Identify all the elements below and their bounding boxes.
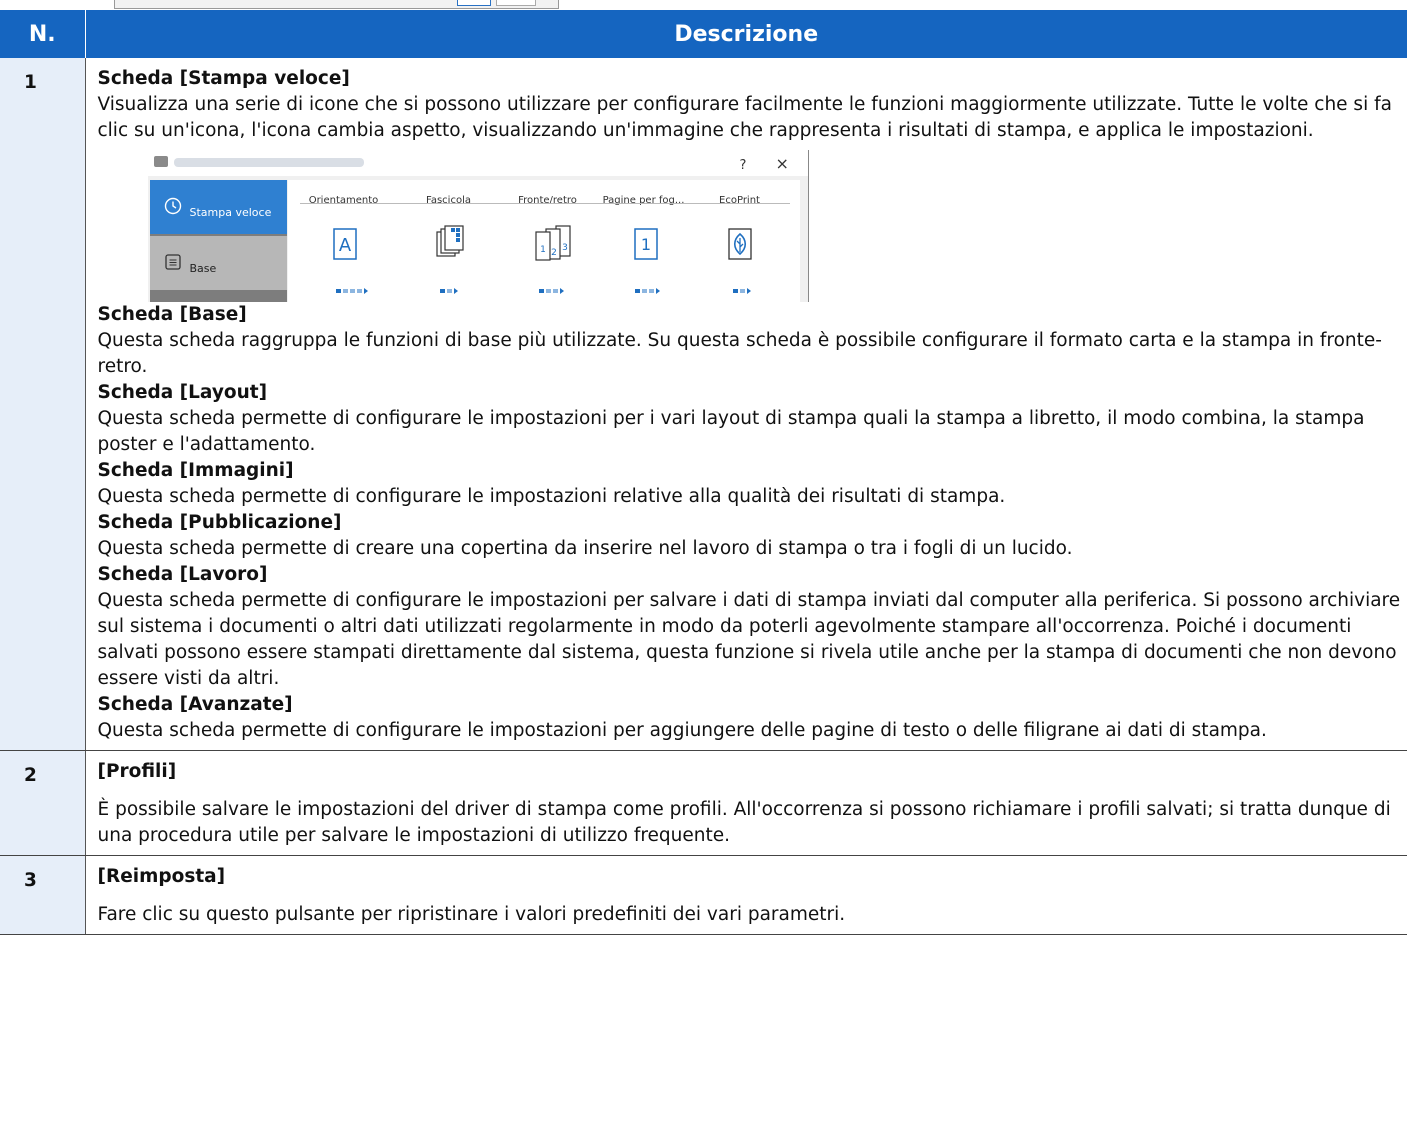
- state-dot: [335, 289, 341, 293]
- section-title: Scheda [Pubblicazione]: [97, 512, 342, 533]
- table-row: 1 Scheda [Stampa veloce] Visualizza una …: [0, 58, 1407, 751]
- pages-per-sheet-state-indicator: [634, 278, 660, 294]
- arrow-right-icon: [453, 288, 458, 294]
- state-dot: [732, 289, 738, 293]
- collate-icon[interactable]: [435, 224, 465, 262]
- pages-per-sheet-icon[interactable]: 1: [633, 228, 658, 260]
- section-text: Questa scheda permette di configurare le…: [97, 408, 1365, 455]
- divider: [299, 203, 790, 204]
- dialog-titlebar: ? ×: [147, 150, 808, 179]
- state-dot: [349, 289, 355, 293]
- section-title: Scheda [Lavoro]: [97, 564, 268, 585]
- table-header-row: N. Descrizione: [0, 10, 1407, 58]
- help-icon[interactable]: ?: [740, 153, 747, 179]
- section-text: Questa scheda raggruppa le funzioni di b…: [97, 330, 1382, 377]
- previous-dialog-fragment: [114, 0, 559, 9]
- description-table: N. Descrizione 1 Scheda [Stampa veloce] …: [0, 10, 1407, 935]
- arrow-right-icon: [746, 288, 751, 294]
- section-text: Visualizza una serie di icone che si pos…: [97, 94, 1392, 141]
- svg-text:1: 1: [540, 245, 546, 255]
- orientation-state-indicator: [335, 278, 368, 294]
- header-description: Descrizione: [84, 10, 1407, 58]
- table-row: 3 [Reimposta] Fare clic su questo pulsan…: [0, 855, 1407, 935]
- duplex-icon[interactable]: 1 2 3: [534, 224, 574, 262]
- orientation-icon[interactable]: A: [332, 228, 357, 260]
- section-title: Scheda [Stampa veloce]: [97, 68, 350, 89]
- tab-stampa-veloce[interactable]: Stampa veloce: [149, 180, 287, 234]
- tab-label: Base: [189, 262, 217, 275]
- section-title: Scheda [Immagini]: [97, 460, 294, 481]
- ok-button-fragment: [457, 0, 491, 6]
- section-title: Scheda [Avanzate]: [97, 694, 293, 715]
- cancel-button-fragment: [496, 0, 536, 6]
- close-icon[interactable]: ×: [776, 151, 789, 177]
- section-list: Scheda [Base] Questa scheda raggruppa le …: [98, 302, 1407, 744]
- state-dot: [634, 289, 640, 293]
- state-dot: [641, 289, 647, 293]
- tab-base[interactable]: Base: [149, 236, 287, 290]
- ecoprint-state-indicator: [732, 278, 751, 294]
- section-text: Questa scheda permette di configurare le…: [97, 590, 1401, 689]
- section-text: Questa scheda permette di configurare le…: [97, 720, 1267, 741]
- svg-text:3: 3: [562, 243, 568, 253]
- state-dot: [439, 289, 445, 293]
- section-title: [Reimposta]: [97, 866, 226, 887]
- section-text: Fare clic su questo pulsante per riprist…: [97, 904, 846, 925]
- section-title: Scheda [Layout]: [97, 382, 268, 403]
- state-dot: [552, 289, 558, 293]
- printer-icon: [153, 156, 168, 167]
- state-dot: [342, 289, 348, 293]
- arrow-right-icon: [655, 288, 660, 294]
- clock-icon: [164, 197, 181, 215]
- state-dot: [356, 289, 362, 293]
- arrow-right-icon: [559, 288, 564, 294]
- svg-text:A: A: [338, 235, 351, 256]
- tab-label: Stampa veloce: [189, 206, 272, 219]
- quick-print-panel: Orientamento Fascicola Fronte/retro Pagi…: [287, 180, 800, 302]
- row-number: 1: [0, 58, 86, 751]
- section-text: Questa scheda permette di creare una cop…: [97, 538, 1073, 559]
- row-number: 3: [0, 855, 86, 935]
- option-label-fronte-retro: Fronte/retro: [518, 195, 577, 206]
- row-description: [Profili] È possibile salvare le imposta…: [85, 750, 1407, 856]
- svg-text:2: 2: [551, 248, 557, 258]
- print-driver-dialog-screenshot: ? × Stampa veloce Base Orientamento Fasc…: [147, 150, 809, 302]
- section-text: È possibile salvare le impostazioni del …: [97, 799, 1391, 846]
- row-number: 2: [0, 750, 86, 856]
- table-row: 2 [Profili] È possibile salvare le impos…: [0, 750, 1407, 856]
- collate-state-indicator: [439, 278, 458, 294]
- duplex-state-indicator: [538, 278, 564, 294]
- row-description: Scheda [Stampa veloce] Visualizza una se…: [85, 58, 1407, 751]
- section-text: Questa scheda permette di configurare le…: [97, 486, 1006, 507]
- option-label-pagine-per-foglio: Pagine per fog...: [602, 195, 685, 206]
- svg-text:1: 1: [640, 235, 650, 254]
- ecoprint-icon[interactable]: [727, 228, 752, 260]
- option-label-ecoprint: EcoPrint: [719, 195, 760, 206]
- state-dot: [648, 289, 654, 293]
- state-dot: [739, 289, 745, 293]
- arrow-right-icon: [363, 288, 368, 294]
- state-dot: [538, 289, 544, 293]
- dialog-sidebar: Stampa veloce Base: [149, 180, 287, 302]
- blurred-dialog-title: [173, 158, 364, 167]
- section-title: Scheda [Base]: [97, 304, 247, 325]
- option-label-orientamento: Orientamento: [308, 195, 379, 206]
- document-icon: [164, 254, 181, 270]
- state-dot: [545, 289, 551, 293]
- option-label-fascicola: Fascicola: [426, 195, 471, 206]
- section-title: [Profili]: [97, 761, 177, 782]
- header-number: N.: [0, 10, 85, 58]
- state-dot: [446, 289, 452, 293]
- row-description: [Reimposta] Fare clic su questo pulsante…: [85, 855, 1407, 935]
